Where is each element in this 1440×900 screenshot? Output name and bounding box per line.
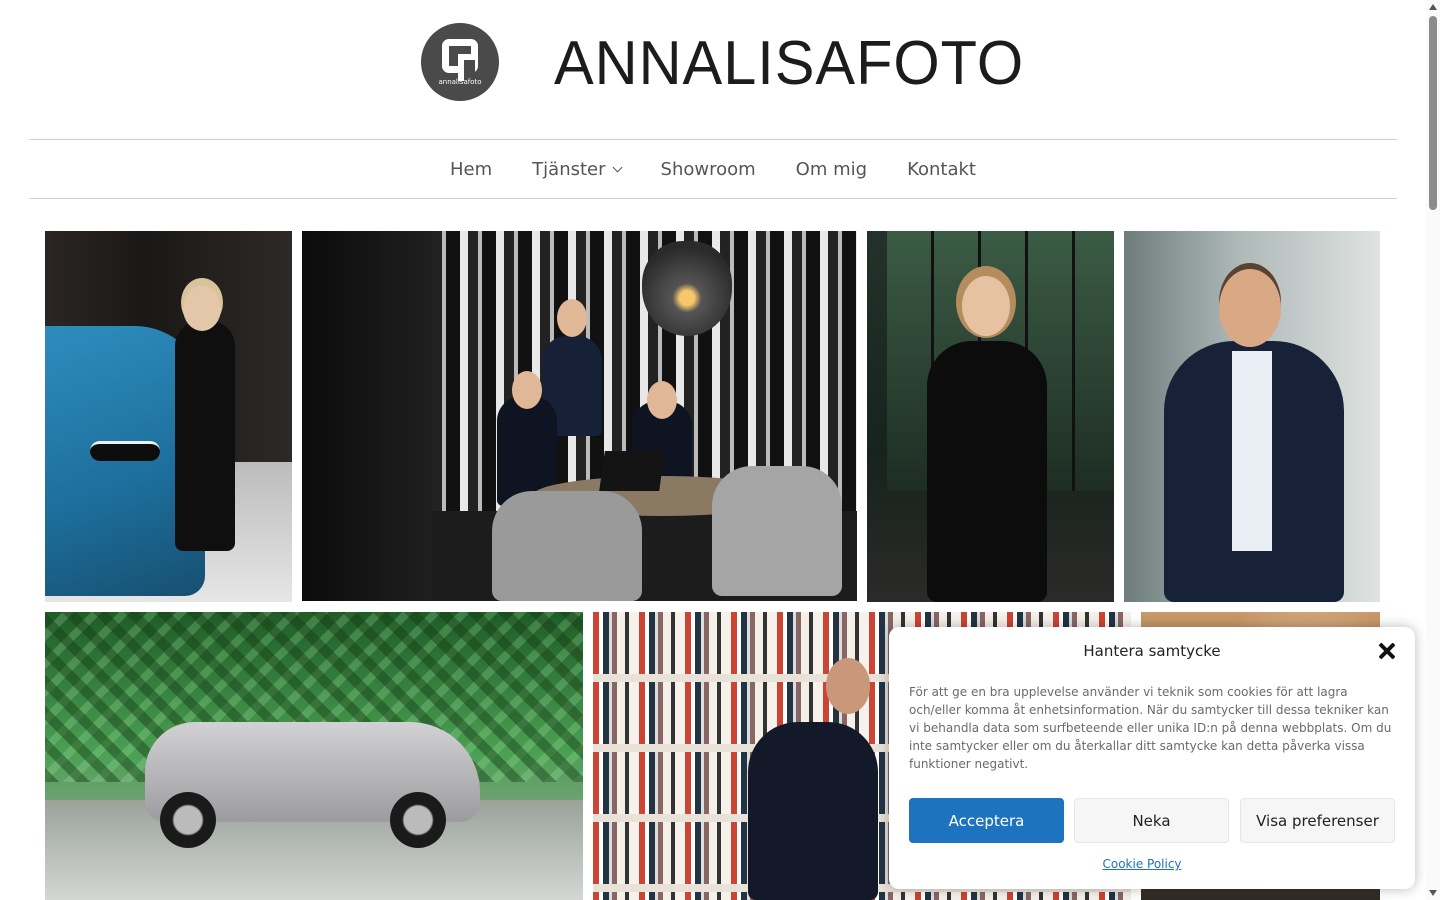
nav-item-label: Hem [450,158,493,180]
scrollbar-thumb[interactable] [1429,16,1437,210]
logo-badge-text: annalisafoto [438,78,482,86]
photo-person-head [183,286,221,331]
scroll-down-arrow-icon[interactable] [1429,890,1437,896]
nav-item-label: Kontakt [907,158,976,180]
logo-mark-icon [442,39,478,81]
scroll-up-arrow-icon[interactable] [1429,4,1437,10]
vertical-scrollbar[interactable] [1426,0,1440,900]
main-navigation: Hem Tjänster Showroom Om mig Kontakt [29,139,1397,199]
photo-shadow [302,231,432,601]
nav-item-om-mig[interactable]: Om mig [796,159,867,180]
cookie-dialog-body: För att ge en bra upplevelse använder vi… [909,685,1392,771]
photo-chair [492,491,642,601]
site-logo[interactable]: annalisafoto ANNALISAFOTO [421,23,1023,103]
photo-person [748,722,878,900]
photo-person-head [826,658,870,714]
photo-person [175,321,235,551]
gallery-photo-2[interactable] [302,231,857,601]
photo-person-head [647,381,677,419]
photo-person-head [557,299,587,337]
logo-badge-icon: annalisafoto [421,23,499,101]
nav-item-label: Tjänster [532,158,606,180]
cookie-consent-dialog: Hantera samtycke För att ge en bra upple… [889,627,1415,889]
accept-button[interactable]: Acceptera [909,798,1064,843]
cookie-policy-link[interactable]: Cookie Policy [889,857,1395,871]
gallery-photo-5[interactable] [45,612,583,900]
nav-item-hem[interactable]: Hem [450,159,492,180]
photo-person-head [1219,269,1281,347]
photo-person [927,341,1047,602]
photo-laptop [599,451,665,491]
cookie-dialog-title: Hantera samtycke [1083,642,1221,660]
close-icon[interactable] [1376,640,1398,662]
nav-item-label: Showroom [660,158,756,180]
gallery-photo-1[interactable] [45,231,292,602]
nav-item-showroom[interactable]: Showroom [661,159,756,180]
photo-car-headlight [90,441,160,461]
photo-wheel [160,792,216,848]
photo-chair [712,466,842,596]
chevron-down-icon [612,162,622,172]
gallery-photo-4[interactable] [1124,231,1380,602]
page: annalisafoto ANNALISAFOTO Hem Tjänster S… [0,0,1440,900]
logo-wordmark: ANNALISAFOTO [554,29,1025,98]
photo-shirt [1232,351,1272,551]
gallery-photo-3[interactable] [867,231,1114,602]
preferences-button[interactable]: Visa preferenser [1240,798,1395,843]
deny-button[interactable]: Neka [1074,798,1229,843]
nav-item-tjanster[interactable]: Tjänster [532,158,622,180]
photo-wheel [390,792,446,848]
nav-item-label: Om mig [795,158,868,180]
nav-item-kontakt[interactable]: Kontakt [907,159,976,180]
photo-lamp [642,241,732,336]
photo-person-head [512,371,542,409]
photo-person-head [962,276,1010,336]
